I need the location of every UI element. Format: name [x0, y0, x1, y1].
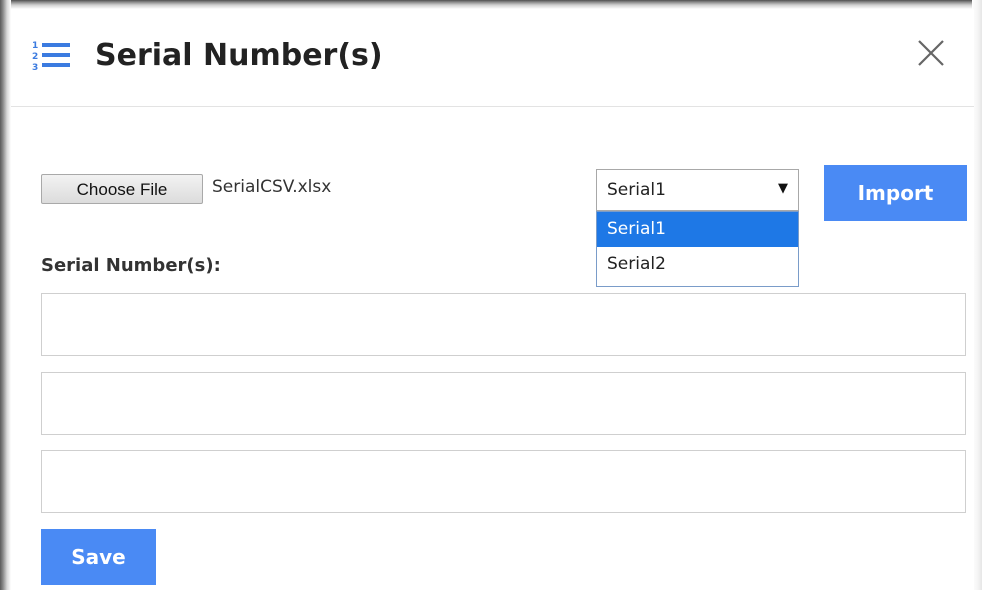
svg-text:1: 1 [32, 41, 38, 51]
serial-number-input-2[interactable] [41, 372, 966, 435]
select-current-value: Serial1 [607, 180, 666, 200]
serial-select-dropdown: Serial1 Serial2 [596, 211, 799, 287]
select-option-serial2[interactable]: Serial2 [597, 247, 798, 282]
window-shadow-left [0, 0, 11, 590]
selected-file-name: SerialCSV.xlsx [212, 177, 332, 197]
select-option-serial1[interactable]: Serial1 [597, 212, 798, 247]
serial-numbers-label: Serial Number(s): [41, 255, 221, 276]
svg-text:3: 3 [32, 63, 38, 71]
dialog-body: Choose File SerialCSV.xlsx Serial1 ▼ Ser… [11, 107, 974, 590]
serial-number-input-1[interactable] [41, 293, 966, 356]
import-button[interactable]: Import [824, 165, 967, 221]
close-icon[interactable] [911, 33, 951, 73]
window-shadow-top [0, 0, 982, 9]
svg-text:2: 2 [32, 52, 38, 62]
numbered-list-icon: 1 2 3 [32, 41, 70, 71]
serial-column-select[interactable]: Serial1 ▼ [596, 169, 799, 211]
save-button[interactable]: Save [41, 529, 156, 585]
dialog-title: Serial Number(s) [95, 38, 383, 73]
dropdown-arrow-icon: ▼ [778, 181, 788, 196]
choose-file-button[interactable]: Choose File [41, 174, 203, 204]
window-frame: 1 2 3 Serial Number(s) Choose File Seria… [0, 0, 982, 590]
serial-numbers-dialog: 1 2 3 Serial Number(s) Choose File Seria… [11, 9, 974, 590]
serial-number-input-3[interactable] [41, 450, 966, 513]
dialog-header: 1 2 3 Serial Number(s) [11, 9, 974, 107]
